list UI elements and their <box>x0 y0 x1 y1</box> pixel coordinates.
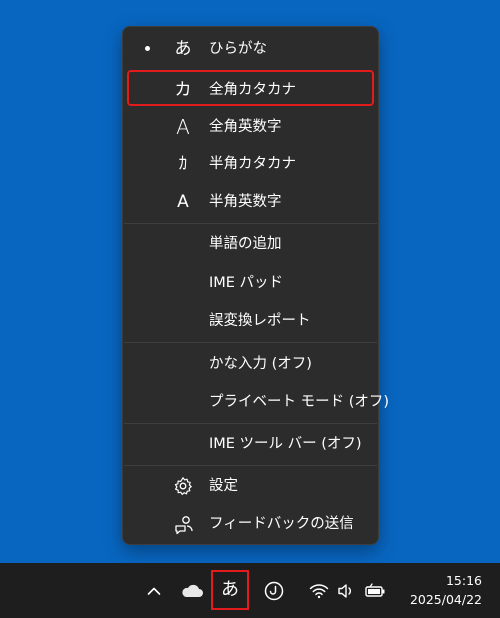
halfwidth-alpha-icon: A <box>177 192 189 212</box>
ime-mode-label: あ <box>221 579 239 600</box>
menu-item-label: 全角英数字 <box>209 119 282 135</box>
cloud-icon <box>182 584 203 597</box>
menu-item-label: 単語の追加 <box>209 236 282 252</box>
menu-item-settings[interactable]: 設定 <box>127 468 374 504</box>
gear-icon <box>174 477 192 495</box>
menu-item-label: 誤変換レポート <box>209 313 311 329</box>
menu-item-label: IME ツール バー (オフ) <box>209 436 362 452</box>
menu-item-label: 全角カタカナ <box>209 82 296 98</box>
ime-mode-toggle-button[interactable] <box>262 563 286 618</box>
menu-item-label: IME パッド <box>209 275 284 291</box>
menu-item-halfwidth-katakana[interactable]: ｶ 半角カタカナ <box>127 146 374 182</box>
checked-bullet-icon <box>145 46 150 51</box>
menu-item-add-word[interactable]: 単語の追加 <box>127 226 374 262</box>
menu-item-misconversion-report[interactable]: 誤変換レポート <box>127 303 374 339</box>
hiragana-icon: あ <box>174 39 192 59</box>
menu-item-label: 半角英数字 <box>209 194 282 210</box>
wifi-icon <box>309 584 329 599</box>
taskbar: あ 15:16 2025/04/22 <box>0 563 500 618</box>
menu-item-label: かな入力 (オフ) <box>209 356 312 372</box>
quick-settings-button[interactable] <box>306 563 388 618</box>
menu-item-fullwidth-alphanumeric[interactable]: A 全角英数字 <box>127 109 374 145</box>
ime-mode-indicator[interactable]: あ <box>211 570 249 610</box>
battery-icon <box>365 583 385 597</box>
chevron-up-icon <box>147 587 161 595</box>
taskbar-clock[interactable]: 15:16 2025/04/22 <box>410 571 482 609</box>
feedback-icon <box>175 516 193 535</box>
katakana-icon: カ <box>174 80 192 100</box>
menu-item-ime-toolbar[interactable]: IME ツール バー (オフ) <box>127 426 374 462</box>
halfwidth-katakana-icon: ｶ <box>178 154 188 174</box>
ime-context-menu: あ ひらがな カ 全角カタカナ A 全角英数字 ｶ 半角カタカナ A 半角英数字… <box>122 26 389 545</box>
ime-mode-icon <box>264 581 284 601</box>
menu-item-halfwidth-alphanumeric[interactable]: A 半角英数字 <box>127 184 374 220</box>
onedrive-button[interactable] <box>179 563 205 618</box>
menu-item-label: プライベート モード (オフ) <box>209 394 390 410</box>
menu-item-hiragana[interactable]: あ ひらがな <box>127 31 374 67</box>
menu-divider <box>124 465 377 466</box>
menu-item-label: ひらがな <box>209 41 267 57</box>
menu-divider <box>124 223 377 224</box>
menu-item-label: 設定 <box>209 478 238 494</box>
menu-divider <box>124 423 377 424</box>
menu-item-private-mode[interactable]: プライベート モード (オフ) <box>127 384 389 420</box>
show-hidden-icons-button[interactable] <box>143 563 165 618</box>
menu-item-send-feedback[interactable]: フィードバックの送信 <box>127 506 374 542</box>
volume-icon <box>338 584 351 598</box>
menu-item-fullwidth-katakana[interactable]: カ 全角カタカナ <box>127 70 374 106</box>
menu-item-label: フィードバックの送信 <box>209 516 354 532</box>
clock-time: 15:16 <box>445 573 482 588</box>
clock-date: 2025/04/22 <box>409 592 482 607</box>
fullwidth-alpha-icon: A <box>176 115 190 139</box>
menu-item-label: 半角カタカナ <box>209 156 296 172</box>
menu-divider <box>124 342 377 343</box>
menu-item-ime-pad[interactable]: IME パッド <box>127 265 374 301</box>
menu-item-kana-input[interactable]: かな入力 (オフ) <box>127 346 374 382</box>
